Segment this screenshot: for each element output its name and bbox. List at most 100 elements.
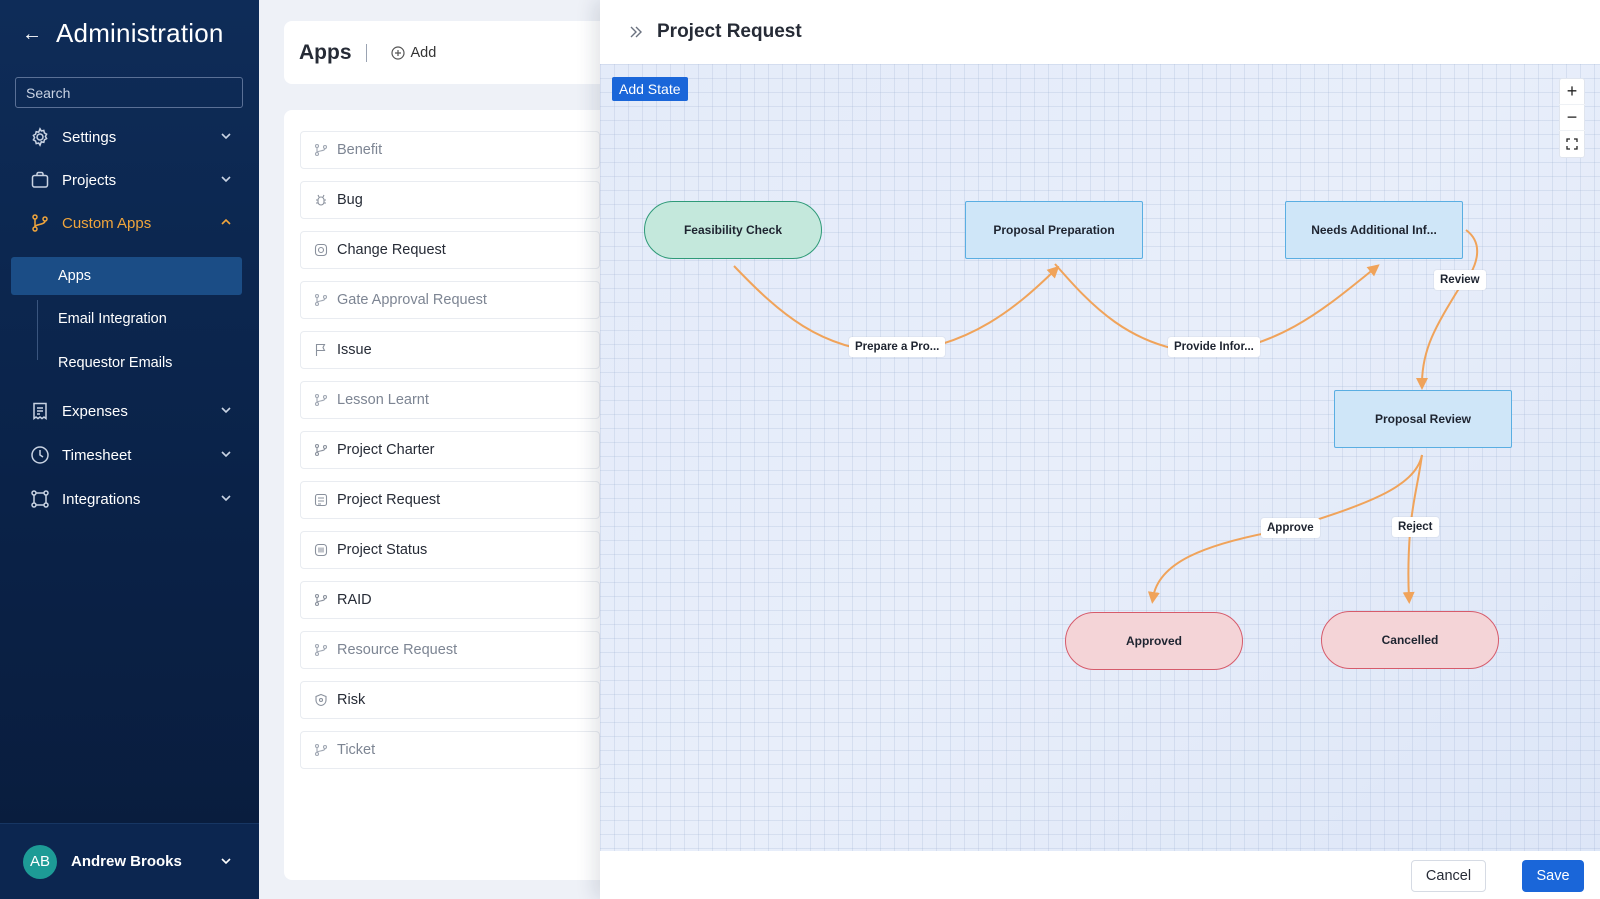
workflow-drawer: Project Request Add State + − Feasibilit… [600, 0, 1600, 899]
sidebar-search-input[interactable] [15, 77, 243, 108]
divider [365, 43, 367, 62]
apps-title: Apps [299, 40, 352, 64]
workflow-canvas[interactable]: Add State + − Feasibility Check Proposal… [600, 64, 1600, 851]
nav-label-projects: Projects [62, 171, 117, 189]
briefcase-icon [30, 170, 50, 190]
branch-icon [314, 743, 328, 757]
nav-item-settings[interactable]: Settings [30, 121, 235, 153]
transition-label-reject[interactable]: Reject [1392, 517, 1439, 537]
back-arrow-icon[interactable]: ← [22, 24, 42, 44]
bug-icon [314, 193, 328, 207]
sidebar-title: Administration [56, 18, 224, 48]
app-label: Resource Request [337, 642, 458, 658]
nav-item-custom-apps[interactable]: Custom Apps [30, 207, 235, 239]
app-row-bug[interactable]: Bug [300, 181, 600, 219]
app-label: Project Request [337, 492, 441, 508]
transition-label-approve[interactable]: Approve [1261, 518, 1320, 538]
app-row-project-status[interactable]: Project Status [300, 531, 600, 569]
app-row-project-charter[interactable]: Project Charter [300, 431, 600, 469]
app-label: Project Charter [337, 442, 435, 458]
transition-label-review[interactable]: Review [1434, 270, 1486, 290]
app-label: Issue [337, 342, 372, 358]
document-icon [314, 493, 328, 507]
branch-icon [314, 293, 328, 307]
user-name: Andrew Brooks [71, 853, 182, 870]
app-label: Lesson Learnt [337, 392, 429, 408]
request-icon [314, 243, 328, 257]
app-label: RAID [337, 592, 372, 608]
drawer-title: Project Request [657, 21, 802, 42]
nav-label-integrations: Integrations [62, 490, 141, 508]
app-row-change-request[interactable]: Change Request [300, 231, 600, 269]
branch-icon [314, 443, 328, 457]
branch-icon [314, 643, 328, 657]
nav-label-settings: Settings [62, 128, 117, 146]
nav-label-expenses: Expenses [62, 402, 128, 420]
clock-icon [30, 445, 50, 465]
sidebar-header: ← Administration [22, 18, 224, 49]
nav-item-timesheet[interactable]: Timesheet [30, 439, 235, 471]
nav-item-integrations[interactable]: Integrations [30, 483, 235, 515]
gear-icon [30, 127, 50, 147]
app-row-gate-approval-request[interactable]: Gate Approval Request [300, 281, 600, 319]
chevron-down-icon [221, 407, 231, 414]
app-row-benefit[interactable]: Benefit [300, 131, 600, 169]
chevron-down-icon[interactable] [219, 854, 233, 868]
state-cancelled[interactable]: Cancelled [1321, 611, 1499, 669]
chevron-down-icon [221, 133, 231, 140]
transition-label-provide-info[interactable]: Provide Infor... [1168, 337, 1260, 357]
sub-item-email-integration[interactable]: Email Integration [58, 305, 167, 333]
save-button[interactable]: Save [1522, 860, 1584, 892]
app-label: Change Request [337, 242, 446, 258]
add-app-button[interactable]: Add [390, 44, 437, 61]
app-label: Bug [337, 192, 363, 208]
state-needs-additional-info[interactable]: Needs Additional Inf... [1285, 201, 1463, 259]
status-icon [314, 543, 328, 557]
sub-item-requestor-emails[interactable]: Requestor Emails [58, 349, 172, 377]
branch-icon [30, 213, 50, 233]
app-label: Project Status [337, 542, 428, 558]
drawer-header: Project Request [600, 0, 1600, 64]
branch-icon [314, 143, 328, 157]
apps-header: Apps Add [284, 21, 614, 84]
integrations-icon [30, 489, 50, 509]
state-proposal-review[interactable]: Proposal Review [1334, 390, 1512, 448]
add-app-label: Add [410, 44, 437, 61]
app-row-risk[interactable]: Risk [300, 681, 600, 719]
state-proposal-preparation[interactable]: Proposal Preparation [965, 201, 1143, 259]
flag-icon [314, 343, 328, 357]
transition-label-prepare[interactable]: Prepare a Pro... [849, 337, 946, 357]
app-row-resource-request[interactable]: Resource Request [300, 631, 600, 669]
cancel-button[interactable]: Cancel [1411, 860, 1486, 892]
shield-icon [314, 693, 328, 707]
state-approved[interactable]: Approved [1065, 612, 1243, 670]
chevron-down-icon [221, 176, 231, 183]
drawer-footer: Cancel Save [600, 851, 1600, 899]
app-label: Gate Approval Request [337, 292, 487, 308]
state-feasibility-check[interactable]: Feasibility Check [644, 201, 822, 259]
chevron-down-icon [221, 451, 231, 458]
nav-label-timesheet: Timesheet [62, 446, 132, 464]
nav-item-expenses[interactable]: Expenses [30, 395, 235, 427]
workflow-edges [733, 229, 1479, 604]
plus-circle-icon [390, 45, 405, 60]
app-row-raid[interactable]: RAID [300, 581, 600, 619]
sub-tree-line [37, 300, 38, 360]
app-label: Risk [337, 692, 366, 708]
double-chevron-right-icon[interactable] [627, 23, 645, 41]
app-label: Ticket [337, 742, 376, 758]
nav-label-custom-apps: Custom Apps [62, 214, 152, 232]
branch-icon [314, 593, 328, 607]
sub-item-apps[interactable]: Apps [11, 257, 242, 295]
app-row-lesson-learnt[interactable]: Lesson Learnt [300, 381, 600, 419]
app-row-ticket[interactable]: Ticket [300, 731, 600, 769]
branch-icon [314, 393, 328, 407]
user-profile[interactable]: AB Andrew Brooks [0, 823, 259, 899]
app-row-project-request[interactable]: Project Request [300, 481, 600, 519]
nav-item-projects[interactable]: Projects [30, 164, 235, 196]
sidebar: ← Administration Settings Projects Custo… [0, 0, 259, 899]
chevron-up-icon [221, 218, 231, 225]
app-row-issue[interactable]: Issue [300, 331, 600, 369]
chevron-down-icon [221, 495, 231, 502]
receipt-icon [30, 401, 50, 421]
